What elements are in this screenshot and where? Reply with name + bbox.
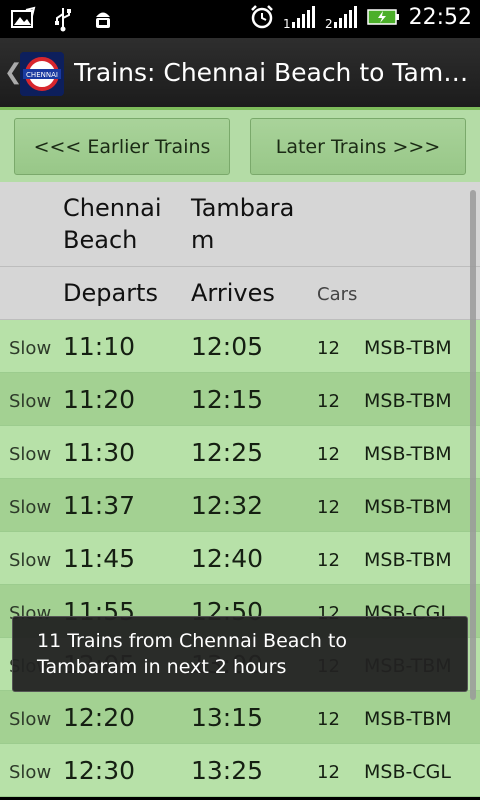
train-type: Slow: [9, 709, 52, 730]
route-code: MSB-TBM: [364, 496, 452, 518]
depart-time: 11:45: [63, 544, 136, 573]
notification-icons: [10, 6, 116, 32]
svg-text:2: 2: [325, 17, 333, 30]
train-row[interactable]: Slow 12:20 13:15 12 MSB-TBM: [0, 691, 480, 744]
arrive-time: 12:05: [191, 332, 264, 361]
arrive-time: 12:15: [191, 385, 264, 414]
arrive-time: 12:40: [191, 544, 264, 573]
train-type: Slow: [9, 550, 52, 571]
cars-header: Cars: [317, 284, 358, 305]
car-count: 12: [317, 550, 340, 571]
route-code: MSB-TBM: [364, 708, 452, 730]
alarm-icon: [250, 5, 273, 29]
route-code: MSB-TBM: [364, 549, 452, 571]
car-count: 12: [317, 444, 340, 465]
route-code: MSB-TBM: [364, 337, 452, 359]
depart-time: 12:30: [63, 756, 136, 785]
arrives-header: Arrives: [191, 279, 275, 307]
android-debug-icon: [96, 12, 110, 28]
navigation-buttons: <<< Earlier Trains Later Trains >>>: [0, 110, 480, 182]
train-row[interactable]: Slow 12:30 13:25 12 MSB-CGL: [0, 744, 480, 797]
train-type: Slow: [9, 338, 52, 359]
earlier-trains-button[interactable]: <<< Earlier Trains: [14, 118, 230, 175]
depart-time: 12:20: [63, 703, 136, 732]
arrive-time: 13:25: [191, 756, 264, 785]
depart-time: 11:37: [63, 491, 136, 520]
depart-time: 11:30: [63, 438, 136, 467]
arrive-time: 12:25: [191, 438, 264, 467]
signal-1-icon: 1: [283, 6, 315, 30]
page-title: Trains: Chennai Beach to Tambaram: [74, 58, 474, 87]
car-count: 12: [317, 497, 340, 518]
from-station: Chennai Beach: [63, 194, 162, 254]
depart-time: 11:10: [63, 332, 136, 361]
system-icons: 1 2 22:52: [249, 4, 472, 30]
svg-text:1: 1: [283, 17, 291, 30]
car-count: 12: [317, 338, 340, 359]
train-row[interactable]: Slow 11:30 12:25 12 MSB-TBM: [0, 426, 480, 479]
usb-icon: [55, 8, 71, 32]
image-icon: [11, 6, 36, 28]
column-header: Departs Arrives Cars: [0, 267, 480, 320]
train-row[interactable]: Slow 11:10 12:05 12 MSB-TBM: [0, 320, 480, 373]
to-station: Tambara m: [191, 194, 295, 254]
clock: 22:52: [408, 4, 472, 30]
train-type: Slow: [9, 444, 52, 465]
car-count: 12: [317, 709, 340, 730]
battery-charging-icon: [366, 9, 399, 25]
station-header: Chennai Beach Tambara m: [0, 182, 480, 267]
departs-header: Departs: [63, 279, 158, 307]
train-type: Slow: [9, 762, 52, 783]
car-count: 12: [317, 391, 340, 412]
train-type: Slow: [9, 391, 52, 412]
app-logo[interactable]: CHENNAI: [20, 52, 64, 96]
train-type: Slow: [9, 497, 52, 518]
train-row[interactable]: Slow 11:45 12:40 12 MSB-TBM: [0, 532, 480, 585]
route-code: MSB-TBM: [364, 443, 452, 465]
scrollbar[interactable]: [470, 190, 476, 700]
car-count: 12: [317, 762, 340, 783]
arrive-time: 13:15: [191, 703, 264, 732]
train-row[interactable]: Slow 11:37 12:32 12 MSB-TBM: [0, 479, 480, 532]
toast-message: 11 Trains from Chennai Beach to Tambaram…: [12, 616, 468, 692]
train-list: Slow 11:10 12:05 12 MSB-TBM Slow 11:20 12:15 12 M…: [0, 320, 480, 797]
route-code: MSB-CGL: [364, 761, 451, 783]
logo-text: CHENNAI: [26, 71, 58, 79]
status-bar: 1 2 22:52: [0, 0, 480, 38]
later-trains-button[interactable]: Later Trains >>>: [250, 118, 466, 175]
train-row[interactable]: Slow 11:20 12:15 12 MSB-TBM: [0, 373, 480, 426]
route-code: MSB-TBM: [364, 390, 452, 412]
action-bar: ❮ CHENNAI Trains: Chennai Beach to Tamba…: [0, 38, 480, 110]
depart-time: 11:20: [63, 385, 136, 414]
signal-2-icon: 2: [325, 6, 357, 30]
arrive-time: 12:32: [191, 491, 264, 520]
